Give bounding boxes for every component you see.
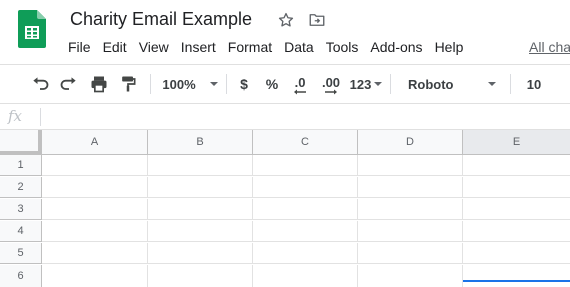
formula-divider [40, 108, 41, 126]
menu-bar: File Edit View Insert Format Data Tools … [62, 36, 469, 58]
menu-format[interactable]: Format [222, 36, 278, 58]
column-header-a[interactable]: A [42, 130, 148, 155]
row-header-5[interactable]: 5 [0, 243, 42, 264]
cell-e1[interactable] [463, 155, 570, 176]
star-icon[interactable] [276, 10, 296, 30]
formula-bar: fx [0, 104, 570, 130]
cell-c4[interactable] [253, 221, 358, 242]
toolbar: 100% $ % .0 .00 123 Roboto 10 [0, 64, 570, 104]
redo-icon[interactable] [57, 65, 81, 103]
decrease-decimal-button[interactable]: .0 [289, 65, 311, 103]
cell-b1[interactable] [148, 155, 253, 176]
row-header-3[interactable]: 3 [0, 199, 42, 220]
cell-a3[interactable] [42, 199, 148, 220]
menu-add-ons[interactable]: Add-ons [364, 36, 428, 58]
cell-d3[interactable] [358, 199, 463, 220]
cell-d6[interactable] [358, 265, 463, 287]
menu-insert[interactable]: Insert [175, 36, 222, 58]
cell-e3[interactable] [463, 199, 570, 220]
cell-e2[interactable] [463, 177, 570, 198]
cell-b6[interactable] [148, 265, 253, 287]
menu-help[interactable]: Help [429, 36, 470, 58]
sheets-logo-icon[interactable] [18, 10, 46, 48]
increase-decimal-button[interactable]: .00 [318, 65, 344, 103]
paint-format-icon[interactable] [116, 65, 140, 103]
row-header-2[interactable]: 2 [0, 177, 42, 198]
cell-d2[interactable] [358, 177, 463, 198]
toolbar-divider [226, 74, 227, 94]
more-formats-button[interactable]: 123 [349, 65, 383, 103]
chevron-down-icon [488, 82, 496, 86]
cell-b5[interactable] [148, 243, 253, 264]
cell-b2[interactable] [148, 177, 253, 198]
cell-e6[interactable] [463, 265, 570, 287]
zoom-value: 100% [162, 76, 196, 92]
menu-file[interactable]: File [62, 36, 97, 58]
cell-d4[interactable] [358, 221, 463, 242]
column-header-d[interactable]: D [358, 130, 463, 155]
currency-format-button[interactable]: $ [236, 65, 252, 103]
menu-tools[interactable]: Tools [320, 36, 365, 58]
toolbar-divider [510, 74, 511, 94]
cell-a1[interactable] [42, 155, 148, 176]
zoom-select[interactable]: 100% [160, 65, 220, 103]
toolbar-divider [390, 74, 391, 94]
formula-input[interactable] [46, 107, 556, 127]
cell-a5[interactable] [42, 243, 148, 264]
print-icon[interactable] [87, 65, 111, 103]
cell-d5[interactable] [358, 243, 463, 264]
selection-border [463, 280, 570, 282]
column-header-b[interactable]: B [148, 130, 253, 155]
menu-data[interactable]: Data [278, 36, 320, 58]
select-all-corner[interactable] [0, 130, 42, 155]
menu-edit[interactable]: Edit [97, 36, 133, 58]
cell-a4[interactable] [42, 221, 148, 242]
arrow-left-icon [294, 89, 306, 94]
all-changes-saved-link[interactable]: All cha [529, 36, 570, 58]
cell-c2[interactable] [253, 177, 358, 198]
fx-icon: fx [8, 107, 23, 125]
cell-d1[interactable] [358, 155, 463, 176]
cell-b3[interactable] [148, 199, 253, 220]
font-family-select[interactable]: Roboto [400, 65, 502, 103]
spreadsheet-grid: A B C D E 1 2 3 4 5 6 [0, 130, 570, 287]
cell-c1[interactable] [253, 155, 358, 176]
cell-a6[interactable] [42, 265, 148, 287]
row-header-6[interactable]: 6 [0, 265, 42, 287]
row-header-1[interactable]: 1 [0, 155, 42, 176]
menu-view[interactable]: View [133, 36, 175, 58]
row-header-4[interactable]: 4 [0, 221, 42, 242]
folder-move-icon[interactable] [307, 10, 327, 30]
toolbar-divider [150, 74, 151, 94]
column-header-e[interactable]: E [463, 130, 570, 155]
cell-e4[interactable] [463, 221, 570, 242]
cell-a2[interactable] [42, 177, 148, 198]
cell-e5[interactable] [463, 243, 570, 264]
column-header-c[interactable]: C [253, 130, 358, 155]
cell-b4[interactable] [148, 221, 253, 242]
document-title[interactable]: Charity Email Example [70, 8, 252, 30]
undo-icon[interactable] [28, 65, 52, 103]
percent-format-button[interactable]: % [264, 65, 280, 103]
cell-c6[interactable] [253, 265, 358, 287]
arrow-right-icon [325, 89, 337, 94]
cell-c5[interactable] [253, 243, 358, 264]
chevron-down-icon [374, 82, 383, 86]
font-size-select[interactable]: 10 [520, 65, 548, 103]
cell-c3[interactable] [253, 199, 358, 220]
chevron-down-icon [209, 82, 218, 86]
